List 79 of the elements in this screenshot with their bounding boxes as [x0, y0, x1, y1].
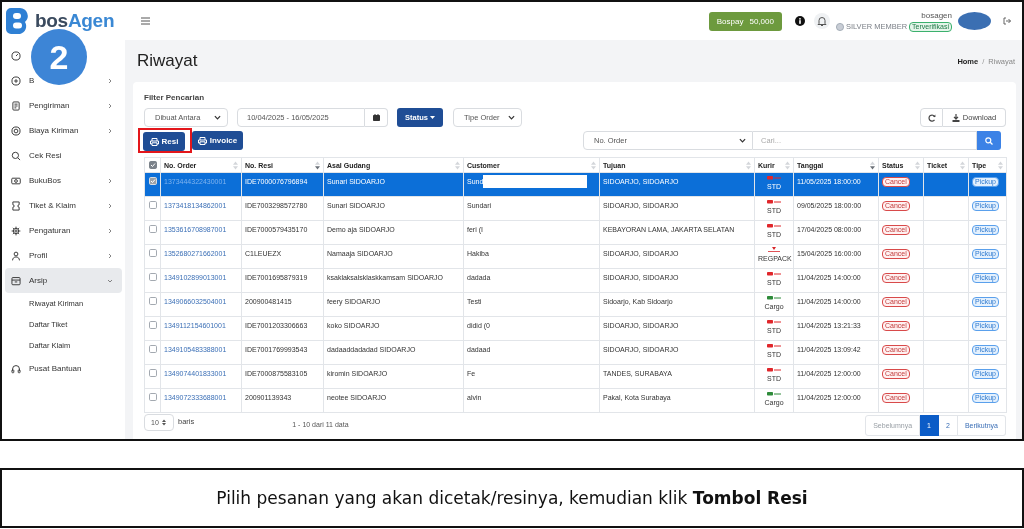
sidebar-item[interactable]: Arsip	[11, 274, 48, 287]
search-button[interactable]	[977, 131, 1001, 150]
courier-logo-icon	[767, 391, 781, 397]
person-icon	[11, 250, 21, 261]
refresh-button[interactable]	[920, 108, 943, 127]
row-checkbox[interactable]	[148, 297, 157, 305]
courier-logo-icon	[767, 343, 781, 349]
ticket-icon	[11, 200, 21, 211]
page-title: Riwayat	[137, 51, 198, 71]
row-checkbox[interactable]	[148, 393, 157, 401]
caption-text: Pilih pesanan yang akan dicetak/resinya, kemudian klik Tombol Resi	[216, 488, 808, 508]
refresh-icon	[927, 113, 936, 122]
sidebar-item[interactable]: Cek Resi	[11, 149, 62, 162]
headset-icon	[11, 363, 21, 374]
bell-icon[interactable]	[813, 13, 830, 29]
sidebar-item[interactable]: Profil	[11, 249, 48, 262]
info-icon[interactable]	[794, 16, 805, 26]
row-checkbox[interactable]	[148, 201, 157, 209]
sidebar-item[interactable]: Pusat Bantuan	[11, 362, 82, 375]
avatar-placeholder[interactable]	[958, 12, 991, 30]
courier-logo-icon	[767, 319, 781, 325]
chevron-down-icon[interactable]	[107, 277, 113, 284]
calendar-button[interactable]	[365, 108, 388, 127]
download-icon	[951, 113, 960, 122]
search-icon	[11, 150, 21, 161]
sidebar-item[interactable]: Pengiriman	[11, 99, 70, 112]
courier-logo-icon	[767, 223, 781, 229]
filter-title: Filter Pencarian	[144, 93, 206, 103]
chevron-right-icon[interactable]	[107, 77, 113, 84]
row-checkbox[interactable]	[148, 249, 157, 257]
sort-icon[interactable]	[870, 160, 875, 170]
row-checkbox[interactable]	[148, 369, 157, 377]
chevron-right-icon[interactable]	[107, 252, 113, 259]
menu-icon[interactable]	[141, 17, 150, 25]
chevron-right-icon[interactable]	[107, 227, 113, 234]
caret-icon	[429, 116, 435, 119]
search-icon	[985, 136, 993, 145]
courier-logo-icon	[767, 247, 781, 253]
row-checkbox[interactable]	[148, 345, 157, 353]
logout-icon[interactable]	[1003, 17, 1011, 25]
sidebar-item[interactable]	[11, 49, 21, 62]
chevron-down-icon	[508, 115, 515, 120]
select-all-checkbox[interactable]	[148, 161, 157, 169]
chevron-down-icon	[739, 138, 746, 143]
banknote-icon	[11, 175, 21, 186]
chevron-down-icon	[214, 115, 221, 120]
courier-logo-icon	[767, 271, 781, 277]
row-checkbox[interactable]	[148, 321, 157, 329]
print-button[interactable]: Resi	[143, 132, 185, 151]
sidebar-item[interactable]: Biaya Kiriman	[11, 124, 79, 137]
archive-icon	[11, 275, 21, 286]
medal-icon	[835, 22, 844, 31]
row-checkbox[interactable]	[148, 225, 157, 233]
settings-icon	[11, 225, 21, 236]
print-button[interactable]: Invoice	[192, 131, 243, 150]
document-icon	[11, 100, 21, 111]
printer-icon	[149, 137, 159, 146]
plus-circle-icon	[11, 75, 21, 86]
courier-logo-icon	[767, 175, 781, 181]
sidebar-item[interactable]: Tiket & Klaim	[11, 199, 76, 212]
sidebar-item[interactable]: BukuBos	[11, 174, 62, 187]
printer-icon	[197, 136, 207, 145]
sort-icon[interactable]	[315, 160, 320, 170]
row-checkbox[interactable]	[148, 273, 157, 281]
sidebar-item[interactable]: Pengaturan	[11, 224, 71, 237]
chevron-right-icon[interactable]	[107, 127, 113, 134]
gauge-icon	[11, 50, 21, 61]
chevron-right-icon[interactable]	[107, 202, 113, 209]
courier-logo-icon	[767, 295, 781, 301]
user-name: bosagen	[921, 10, 952, 20]
coin-icon	[11, 125, 21, 136]
chevron-right-icon[interactable]	[107, 102, 113, 109]
courier-logo-icon	[767, 367, 781, 373]
up-down-icon	[162, 419, 166, 426]
courier-logo-icon	[767, 199, 781, 205]
logo-icon	[5, 7, 31, 35]
calendar-icon	[372, 114, 380, 121]
logo-text: bosAgen	[35, 10, 115, 32]
chevron-right-icon[interactable]	[107, 177, 113, 184]
